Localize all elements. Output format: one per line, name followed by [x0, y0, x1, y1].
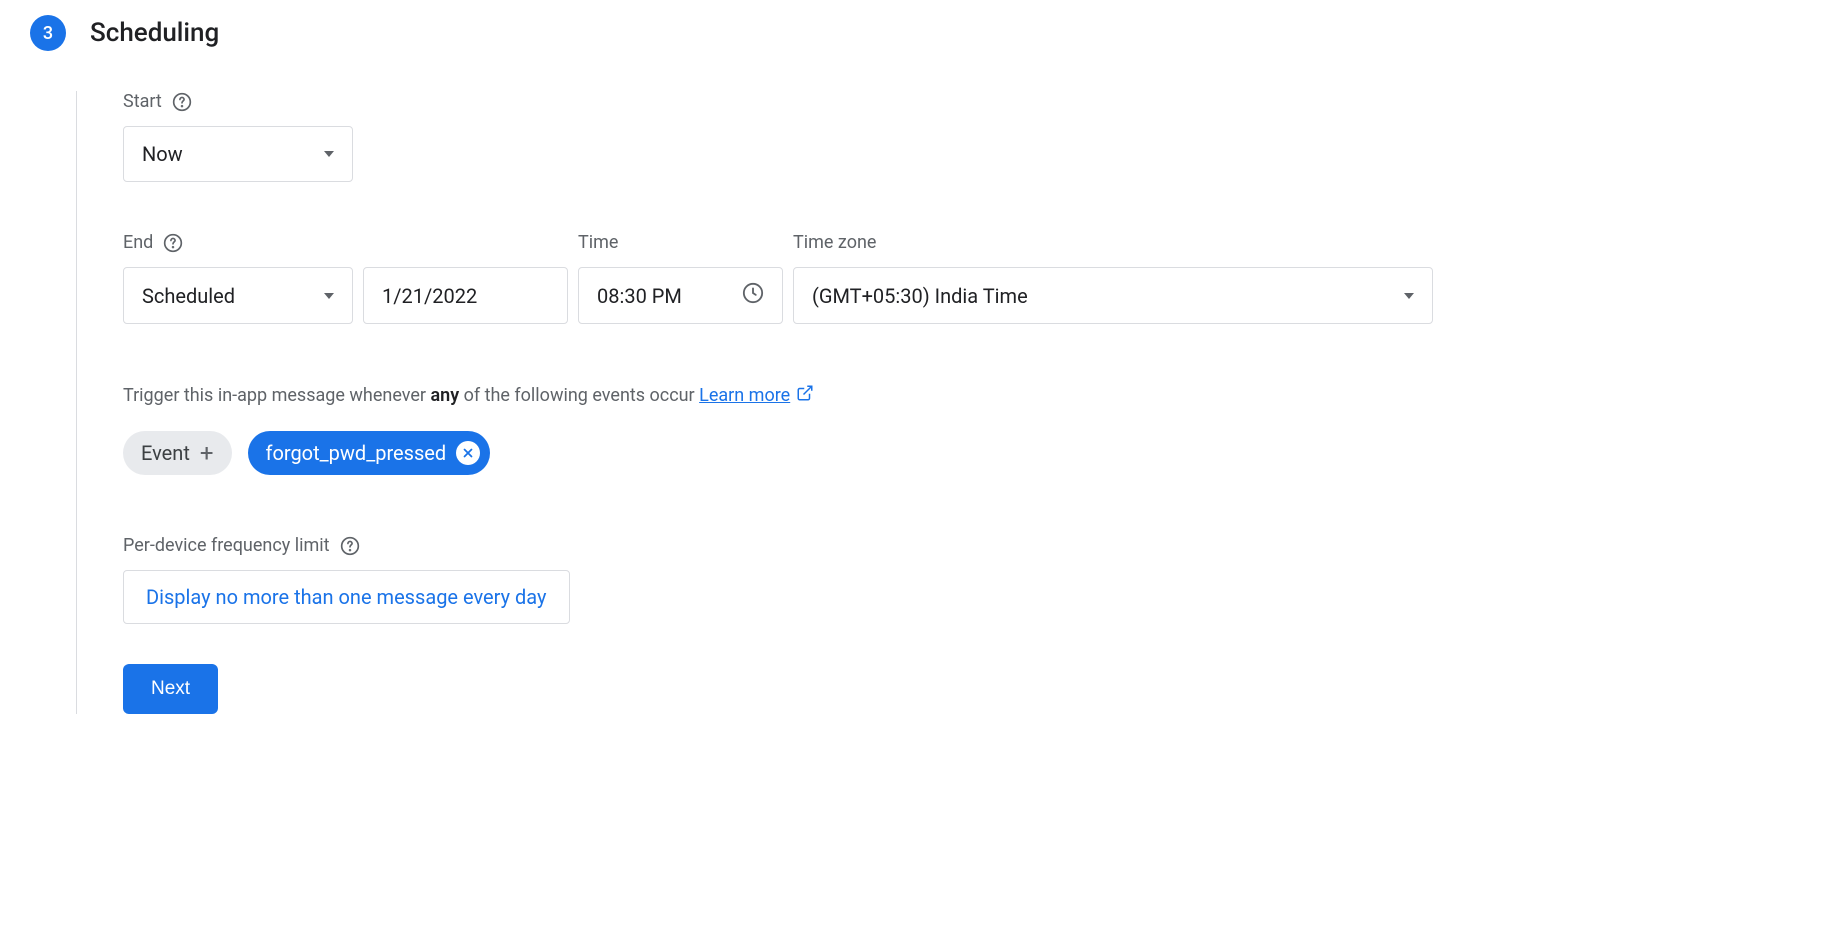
frequency-section: Per-device frequency limit Display no mo… — [123, 535, 1812, 624]
trigger-description: Trigger this in-app message whenever any… — [123, 384, 1812, 407]
step-number-text: 3 — [43, 23, 53, 44]
end-date-label-spacer — [363, 232, 568, 253]
trigger-text-suffix: of the following events occur — [459, 385, 699, 406]
end-type-value: Scheduled — [142, 284, 235, 308]
frequency-label-row: Per-device frequency limit — [123, 535, 1812, 556]
chevron-down-icon — [324, 293, 334, 299]
plus-icon: + — [200, 441, 214, 465]
selected-event-chip[interactable]: forgot_pwd_pressed — [248, 431, 491, 475]
end-date-input[interactable]: 1/21/2022 — [363, 267, 568, 324]
chevron-down-icon — [1404, 293, 1414, 299]
end-time-input[interactable]: 08:30 PM — [578, 267, 783, 324]
end-type-select[interactable]: Scheduled — [123, 267, 353, 324]
end-section: End Time Time zone Scheduled 1/21/2022 — [123, 232, 1812, 324]
next-button-text: Next — [151, 678, 190, 699]
clock-icon — [742, 282, 764, 309]
step-number-badge: 3 — [30, 15, 66, 51]
external-link-icon — [796, 384, 814, 407]
start-select[interactable]: Now — [123, 126, 353, 182]
start-label: Start — [123, 91, 162, 112]
end-time-label: Time — [578, 232, 783, 253]
end-tz-label: Time zone — [793, 232, 876, 253]
remove-event-button[interactable] — [456, 441, 480, 465]
help-icon[interactable] — [163, 233, 183, 253]
next-button[interactable]: Next — [123, 664, 218, 714]
learn-more-text: Learn more — [699, 385, 790, 406]
end-label: End — [123, 232, 153, 253]
help-icon[interactable] — [340, 536, 360, 556]
end-tz-select[interactable]: (GMT+05:30) India Time — [793, 267, 1433, 324]
trigger-text-prefix: Trigger this in-app message whenever — [123, 385, 430, 406]
end-label-container: End — [123, 232, 353, 253]
trigger-section: Trigger this in-app message whenever any… — [123, 384, 1812, 475]
frequency-button-text: Display no more than one message every d… — [146, 585, 547, 609]
learn-more-link[interactable]: Learn more — [699, 384, 814, 407]
start-select-value: Now — [142, 142, 183, 166]
trigger-bold: any — [430, 385, 459, 406]
end-inputs-row: Scheduled 1/21/2022 08:30 PM (GMT+05:30)… — [123, 267, 1812, 324]
frequency-label: Per-device frequency limit — [123, 535, 330, 556]
scheduling-content: Start Now End — [76, 91, 1812, 714]
selected-event-name: forgot_pwd_pressed — [266, 441, 447, 465]
start-label-row: Start — [123, 91, 1812, 112]
event-chips-row: Event + forgot_pwd_pressed — [123, 431, 1812, 475]
start-section: Start Now — [123, 91, 1812, 182]
chevron-down-icon — [324, 151, 334, 157]
step-title: Scheduling — [90, 18, 219, 48]
end-labels-row: End Time Time zone — [123, 232, 1812, 253]
help-icon[interactable] — [172, 92, 192, 112]
end-time-value: 08:30 PM — [597, 284, 682, 308]
add-event-chip[interactable]: Event + — [123, 431, 232, 475]
end-tz-value: (GMT+05:30) India Time — [812, 284, 1028, 308]
frequency-limit-button[interactable]: Display no more than one message every d… — [123, 570, 570, 624]
end-date-value: 1/21/2022 — [382, 284, 477, 308]
step-header: 3 Scheduling — [30, 15, 1812, 51]
event-chip-label: Event — [141, 441, 190, 465]
